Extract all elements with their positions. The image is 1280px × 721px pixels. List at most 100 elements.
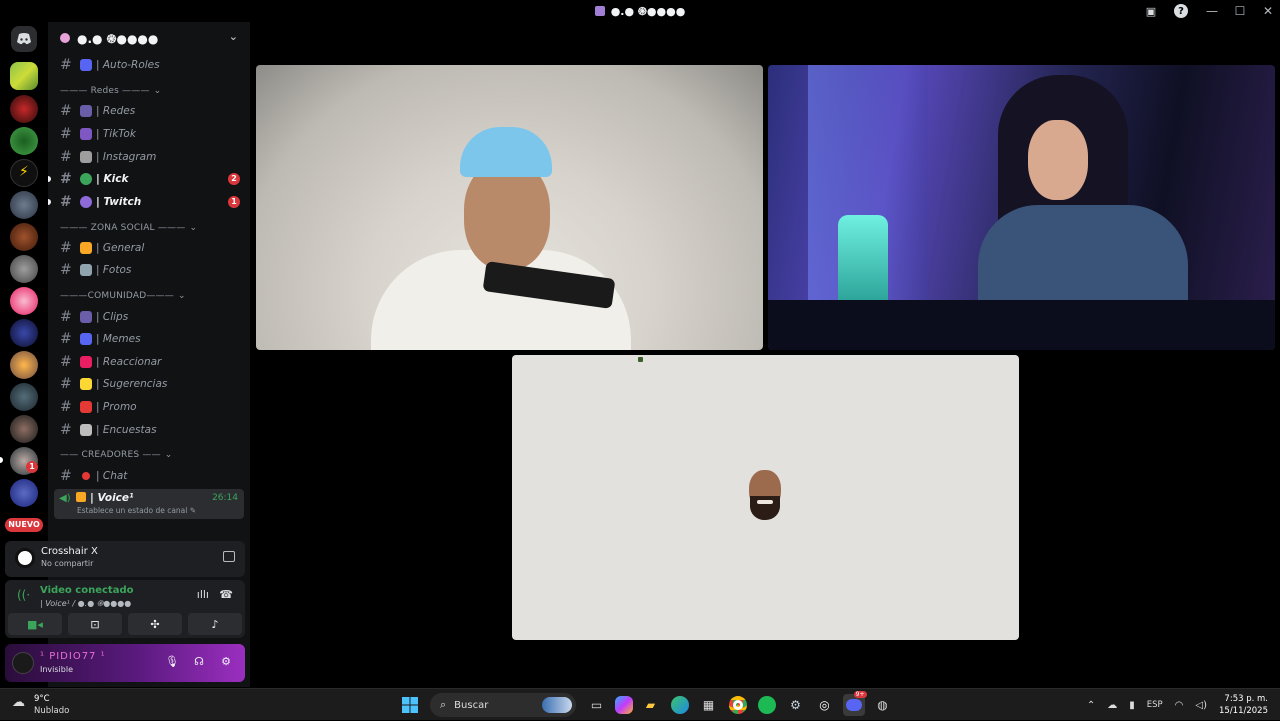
activities-icon: ✣	[150, 617, 160, 631]
channel-kick[interactable]: # | Kick 2	[48, 168, 250, 191]
channel-promo[interactable]: # | Promo	[48, 396, 250, 419]
app-icon-extra[interactable]: ◍	[872, 694, 894, 716]
avatar[interactable]	[12, 652, 34, 674]
microphone-tray-icon[interactable]: ▮	[1129, 700, 1135, 711]
spotify-icon[interactable]	[756, 694, 778, 716]
hash-icon: #	[60, 421, 72, 438]
server-icon-8[interactable]	[10, 287, 38, 315]
camera-icon	[80, 150, 92, 163]
channel-auto-roles[interactable]: # | Auto-Roles	[48, 54, 250, 77]
onedrive-icon[interactable]: ☁	[1107, 700, 1117, 711]
chevron-down-icon: ⌄	[177, 291, 186, 302]
volume-icon[interactable]: ◁)	[1195, 700, 1207, 711]
server-icon-1[interactable]	[10, 62, 38, 90]
steam-icon[interactable]: ⚙	[785, 694, 807, 716]
video-tile-3[interactable]	[512, 355, 1019, 640]
wifi-icon[interactable]: ◠	[1175, 700, 1184, 711]
channel-general[interactable]: # | General	[48, 237, 250, 260]
channel-clips[interactable]: # | Clips	[48, 305, 250, 328]
server-icon-14[interactable]	[10, 479, 38, 507]
category-zona-social[interactable]: ——— ZONA SOCIAL ——— ⌄	[48, 213, 250, 237]
server-icon-5[interactable]	[10, 191, 38, 219]
screen-share-icon: ⊡	[90, 617, 100, 631]
server-icon-10[interactable]	[10, 351, 38, 379]
hash-icon: #	[60, 171, 72, 188]
channel-fotos[interactable]: # | Fotos	[48, 259, 250, 282]
share-screen-button[interactable]: ⊡	[68, 613, 122, 635]
unread-indicator	[48, 198, 51, 205]
channel-encuestas[interactable]: # | Encuestas	[48, 418, 250, 441]
chevron-up-icon[interactable]: ⌃	[1087, 700, 1095, 711]
server-icon-11[interactable]	[10, 383, 38, 411]
windows-start-icon[interactable]	[399, 694, 421, 716]
file-explorer-icon[interactable]: ▰	[640, 694, 662, 716]
server-icon-4[interactable]: ⚡	[10, 159, 38, 187]
server-icon-2[interactable]	[10, 95, 38, 123]
crosshair-app-icon[interactable]: ◎	[814, 694, 836, 716]
channel-chat[interactable]: # | Chat	[48, 464, 250, 487]
taskbar-search[interactable]: ⌕ Buscar	[430, 693, 576, 717]
disconnect-icon[interactable]: ☎	[219, 588, 233, 601]
camera-button[interactable]: ■◂	[8, 613, 62, 635]
maximize-button[interactable]: ☐	[1228, 0, 1252, 22]
activities-button[interactable]: ✣	[128, 613, 182, 635]
voice-connected-sub: | Voice¹ / ●.● ֎●●●●	[40, 599, 132, 608]
language-indicator[interactable]: ESP	[1147, 700, 1163, 710]
video-tile-2[interactable]	[768, 65, 1275, 350]
chrome-icon[interactable]	[727, 694, 749, 716]
soundboard-icon: ♪	[211, 617, 219, 631]
minimize-button[interactable]: —	[1200, 0, 1224, 22]
channel-instagram[interactable]: # | Instagram	[48, 145, 250, 168]
voice-connected-title: Video conectado	[40, 585, 134, 596]
close-button[interactable]: ✕	[1256, 0, 1280, 22]
signal-icon[interactable]: ((·	[17, 588, 30, 602]
rail-unread-badge: 1	[26, 461, 38, 473]
category-comunidad[interactable]: ———COMUNIDAD——— ⌄	[48, 282, 250, 306]
discord-notification-badge: 9+	[853, 691, 867, 698]
server-icon-3[interactable]	[10, 127, 38, 155]
channel-tiktok[interactable]: # | TikTok	[48, 123, 250, 146]
microsoft-store-icon[interactable]: ▦	[698, 694, 720, 716]
speaker-icon: ◀)	[59, 492, 71, 504]
server-icon-9[interactable]	[10, 319, 38, 347]
server-icon-12[interactable]	[10, 415, 38, 443]
category-creadores[interactable]: —— CREADORES —— ⌄	[48, 441, 250, 465]
task-view-icon[interactable]: ▭	[586, 694, 608, 716]
voice-status-prompt[interactable]: Establece un estado de canal ✎	[77, 506, 196, 515]
headphones-icon[interactable]: ☊	[192, 655, 206, 669]
channel-reaccionar[interactable]: # | Reaccionar	[48, 350, 250, 373]
server-icon-7[interactable]	[10, 255, 38, 283]
settings-gear-icon[interactable]: ⚙	[219, 655, 233, 669]
screen-share-icon[interactable]	[223, 551, 235, 562]
server-header[interactable]: ●.● ֎●●●● ⌄	[48, 22, 250, 54]
edge-icon[interactable]	[669, 694, 691, 716]
soundboard-button[interactable]: ♪	[188, 613, 242, 635]
noise-suppression-icon[interactable]: ıllı	[197, 588, 209, 601]
pencil-icon: ✎	[189, 505, 197, 515]
category-redes[interactable]: ——— Redes ——— ⌄	[48, 77, 250, 101]
help-icon[interactable]: ?	[1174, 4, 1188, 18]
discord-home-button[interactable]	[11, 26, 37, 52]
voice-channel-active[interactable]: ◀) | Voice¹ 26:14 Establece un estado de…	[54, 488, 244, 519]
search-icon: ⌕	[440, 698, 447, 711]
channel-redes[interactable]: # | Redes	[48, 100, 250, 123]
discord-taskbar-icon[interactable]: 9+	[842, 691, 867, 716]
unread-indicator	[48, 176, 51, 183]
channel-twitch[interactable]: # | Twitch 1	[48, 190, 250, 213]
clock[interactable]: 7:53 p. m. 15/11/2025	[1219, 693, 1268, 717]
hash-icon: #	[60, 376, 72, 393]
crosshair-icon	[15, 548, 35, 568]
inbox-icon[interactable]: ▣	[1144, 4, 1158, 18]
channel-sugerencias[interactable]: # | Sugerencias	[48, 373, 250, 396]
taskbar-apps: ⌕ Buscar ▭ ▰ ▦ ⚙ ◎ 9+ ◍	[395, 691, 897, 717]
copilot-icon[interactable]	[614, 696, 633, 714]
hash-icon: #	[60, 239, 72, 256]
hash-icon: #	[60, 193, 72, 210]
channel-memes[interactable]: # | Memes	[48, 328, 250, 351]
microphone-icon[interactable]: 🎙	[165, 655, 179, 669]
server-icon-6[interactable]	[10, 223, 38, 251]
sparkles-icon	[80, 241, 92, 254]
video-tile-1[interactable]	[256, 65, 763, 350]
server-icon	[594, 6, 605, 16]
username[interactable]: ¹ PIDIO77 ¹	[40, 651, 106, 662]
